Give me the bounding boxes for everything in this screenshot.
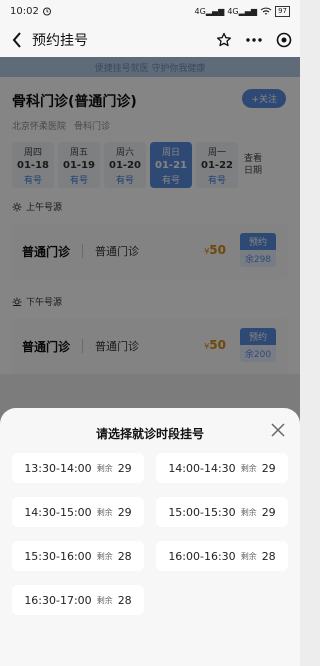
time-slot[interactable]: 15:00-15:30 剩余 29: [156, 497, 288, 527]
time-slot[interactable]: 13:30-14:00 剩余 29: [12, 453, 144, 483]
time-slot-sheet: 请选择就诊时段挂号 13:30-14:00 剩余 29 14:00-14:30 剩余 2…: [0, 408, 300, 666]
star-icon[interactable]: [216, 32, 232, 48]
close-icon[interactable]: [270, 422, 286, 438]
nav-bar: 预约挂号: [0, 22, 300, 57]
sheet-title: 请选择就诊时段挂号: [95, 427, 204, 441]
more-icon[interactable]: [246, 37, 262, 42]
alarm-icon: [42, 7, 51, 16]
time-slot[interactable]: 16:30-17:00 剩余 28: [12, 585, 144, 615]
status-bar: 10:02 4G▂▄▆ 4G▂▄▆ 97: [0, 0, 300, 22]
wifi-icon: [260, 7, 272, 14]
time-slot-grid: 13:30-14:00 剩余 29 14:00-14:30 剩余 29 14:30-15…: [12, 453, 288, 615]
signal-icon-2: 4G▂▄▆: [227, 6, 258, 16]
battery-icon: 97: [275, 5, 290, 17]
clock-time: 10:02: [10, 5, 39, 17]
time-slot[interactable]: 16:00-16:30 剩余 28: [156, 541, 288, 571]
back-icon[interactable]: [8, 30, 26, 50]
time-slot[interactable]: 14:00-14:30 剩余 29: [156, 453, 288, 483]
signal-icon: 4G▂▄▆: [194, 6, 225, 16]
time-slot[interactable]: 14:30-15:00 剩余 29: [12, 497, 144, 527]
time-slot[interactable]: 15:30-16:00 剩余 28: [12, 541, 144, 571]
close-miniprogram-icon[interactable]: [276, 32, 292, 48]
page-title: 预约挂号: [32, 32, 88, 49]
